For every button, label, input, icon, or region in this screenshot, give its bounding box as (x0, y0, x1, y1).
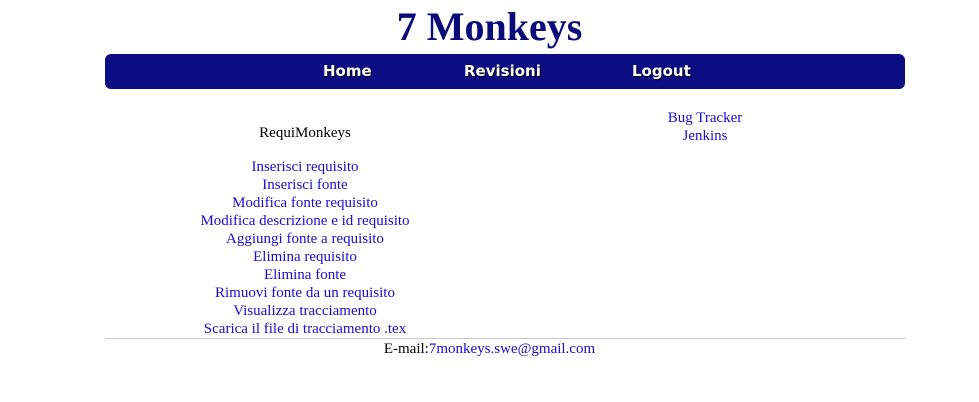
nav-revisioni-link[interactable]: Revisioni (464, 62, 541, 80)
list-item: Elimina requisito (105, 248, 505, 266)
email-link[interactable]: 7monkeys.swe@gmail.com (429, 341, 595, 357)
visualizza-tracciamento-link[interactable]: Visualizza tracciamento (233, 303, 377, 319)
list-item: Modifica fonte requisito (105, 194, 505, 212)
rimuovi-fonte-requisito-link[interactable]: Rimuovi fonte da un requisito (215, 285, 395, 301)
nav-logout-link[interactable]: Logout (632, 62, 691, 80)
elimina-requisito-link[interactable]: Elimina requisito (253, 249, 357, 265)
page: 7 Monkeys Home Revisioni Logout RequiMon… (0, 0, 979, 402)
jenkins-link[interactable]: Jenkins (683, 128, 728, 144)
requimonkeys-title: RequiMonkeys (259, 125, 351, 141)
main-navbar: Home Revisioni Logout (105, 54, 905, 89)
email-label: E-mail: (383, 341, 429, 357)
footer: E-mail:7monkeys.swe@gmail.com (0, 340, 979, 358)
list-item: Rimuovi fonte da un requisito (105, 284, 505, 302)
requimonkeys-panel: RequiMonkeys Inserisci requisito Inseris… (105, 124, 505, 338)
elimina-fonte-link[interactable]: Elimina fonte (264, 267, 346, 283)
list-item: Modifica descrizione e id requisito (105, 212, 505, 230)
inserisci-requisito-link[interactable]: Inserisci requisito (251, 159, 358, 175)
requimonkeys-link-list: Inserisci requisito Inserisci fonte Modi… (105, 158, 505, 338)
tools-panel: Bug Tracker Jenkins (605, 109, 805, 145)
modifica-fonte-requisito-link[interactable]: Modifica fonte requisito (232, 195, 378, 211)
modifica-descrizione-id-requisito-link[interactable]: Modifica descrizione e id requisito (200, 213, 409, 229)
footer-divider (105, 338, 905, 339)
scarica-file-tracciamento-link[interactable]: Scarica il file di tracciamento .tex (204, 321, 406, 337)
tools-link-list: Bug Tracker Jenkins (605, 109, 805, 145)
list-item: Elimina fonte (105, 266, 505, 284)
list-item: Jenkins (605, 127, 805, 145)
bug-tracker-link[interactable]: Bug Tracker (668, 110, 743, 126)
nav-home-link[interactable]: Home (323, 62, 372, 80)
list-item: Bug Tracker (605, 109, 805, 127)
inserisci-fonte-link[interactable]: Inserisci fonte (262, 177, 347, 193)
list-item: Aggiungi fonte a requisito (105, 230, 505, 248)
list-item: Inserisci requisito (105, 158, 505, 176)
aggiungi-fonte-requisito-link[interactable]: Aggiungi fonte a requisito (226, 231, 384, 247)
list-item: Scarica il file di tracciamento .tex (105, 320, 505, 338)
list-item: Inserisci fonte (105, 176, 505, 194)
list-item: Visualizza tracciamento (105, 302, 505, 320)
site-title: 7 Monkeys (396, 4, 583, 49)
